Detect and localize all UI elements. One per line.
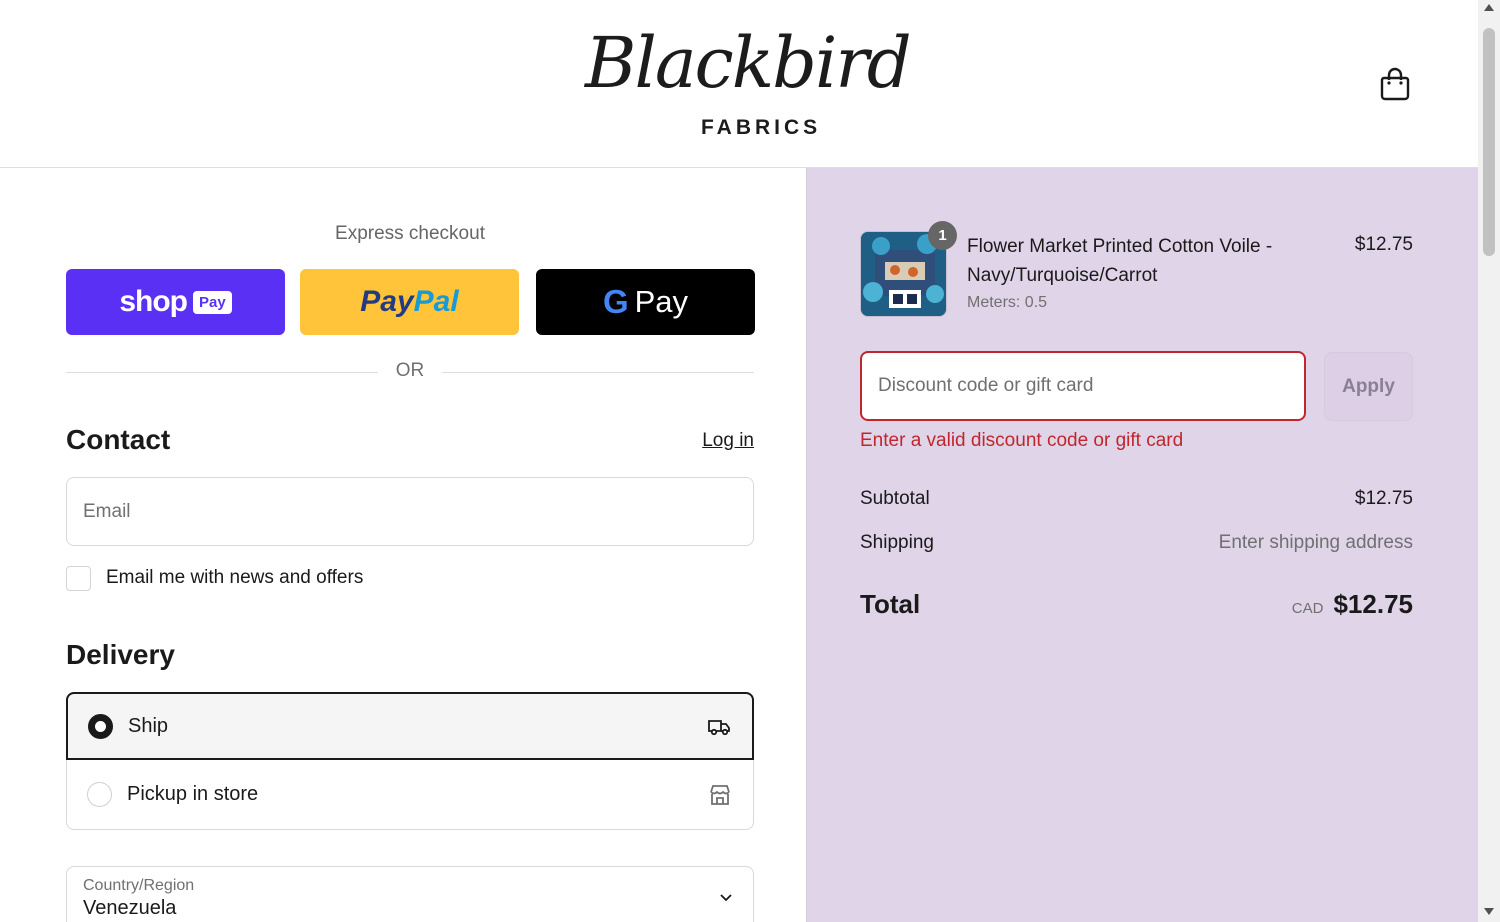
- checkout-form: Express checkout shop Pay Pay Pal G Pay O…: [0, 168, 806, 922]
- discount-error-message: Enter a valid discount code or gift card: [860, 430, 1184, 451]
- product-name: Flower Market Printed Cotton Voile - Nav…: [967, 236, 1273, 286]
- discount-input[interactable]: [862, 353, 1304, 419]
- shop-pay-wordmark: shop: [119, 285, 188, 318]
- apply-discount-button[interactable]: Apply: [1324, 352, 1413, 421]
- newsletter-label: Email me with news and offers: [106, 567, 364, 588]
- logo-subtitle: FABRICS: [701, 116, 822, 139]
- quantity-badge: 1: [928, 221, 957, 250]
- paypal-wordmark-part1: Pay: [360, 285, 414, 318]
- country-value: Venezuela: [83, 897, 177, 919]
- pickup-label: Pickup in store: [127, 783, 259, 805]
- shop-pay-badge: Pay: [192, 290, 232, 314]
- google-pay-wordmark: Pay: [634, 284, 689, 319]
- scrollbar-thumb[interactable]: [1483, 28, 1495, 256]
- contact-heading: Contact: [66, 424, 171, 455]
- subtotal-value: $12.75: [1354, 488, 1413, 509]
- country-label: Country/Region: [83, 877, 195, 894]
- total-value: $12.75: [1333, 589, 1413, 619]
- truck-icon: [708, 720, 730, 736]
- product-variant: Meters: 0.5: [967, 294, 1048, 311]
- email-input[interactable]: [67, 478, 753, 545]
- newsletter-row: Email me with news and offers: [66, 565, 363, 591]
- subtotal-row: Subtotal $12.75: [860, 488, 1413, 510]
- shipping-label: Shipping: [860, 532, 934, 553]
- subtotal-label: Subtotal: [860, 488, 930, 509]
- email-field-wrapper: [66, 477, 754, 546]
- total-amount-group: CAD $12.75: [1292, 589, 1413, 620]
- paypal-wordmark-part2: Pal: [413, 285, 459, 318]
- store-icon: [710, 784, 730, 805]
- google-pay-button[interactable]: G Pay: [536, 269, 755, 335]
- or-divider: OR: [66, 360, 754, 384]
- ship-radio[interactable]: [88, 713, 113, 739]
- currency-code: CAD: [1291, 600, 1324, 617]
- page-scrollbar[interactable]: [1478, 0, 1500, 922]
- scroll-up-arrow-icon[interactable]: [1484, 4, 1494, 11]
- scroll-down-arrow-icon[interactable]: [1484, 908, 1494, 915]
- shipping-row: Shipping Enter shipping address: [860, 532, 1413, 554]
- shipping-value: Enter shipping address: [1218, 532, 1413, 553]
- shop-pay-button[interactable]: shop Pay: [66, 269, 285, 335]
- logo-script-text: Blackbird: [585, 22, 912, 104]
- delivery-option-ship[interactable]: Ship: [66, 692, 754, 760]
- or-label: OR: [395, 360, 425, 381]
- site-header: Blackbird FABRICS: [0, 0, 1478, 168]
- cart-button[interactable]: [1378, 66, 1412, 102]
- delivery-option-pickup[interactable]: Pickup in store: [66, 760, 754, 830]
- discount-field-wrapper: [860, 351, 1306, 421]
- delivery-method-group: Ship Pickup in store: [66, 692, 754, 830]
- delivery-heading: Delivery: [66, 639, 175, 670]
- ship-label: Ship: [128, 714, 169, 737]
- divider-line-left: [66, 372, 378, 373]
- blackbird-logo[interactable]: Blackbird FABRICS: [585, 28, 912, 143]
- total-row: Total CAD $12.75: [860, 589, 1413, 620]
- product-price: $12.75: [1354, 234, 1413, 255]
- country-select[interactable]: Country/Region Venezuela: [66, 866, 754, 922]
- paypal-button[interactable]: Pay Pal: [300, 269, 519, 335]
- total-label: Total: [860, 589, 921, 619]
- shopping-bag-icon: [1380, 67, 1410, 101]
- chevron-down-icon: [720, 894, 732, 902]
- divider-line-right: [442, 372, 754, 373]
- express-checkout-title: Express checkout: [335, 223, 485, 244]
- pickup-radio[interactable]: [87, 782, 112, 807]
- order-summary: 1 Flower Market Printed Cotton Voile - N…: [806, 168, 1478, 922]
- google-g-icon: G: [602, 283, 629, 320]
- newsletter-checkbox[interactable]: [66, 565, 91, 591]
- login-link[interactable]: Log in: [690, 430, 754, 452]
